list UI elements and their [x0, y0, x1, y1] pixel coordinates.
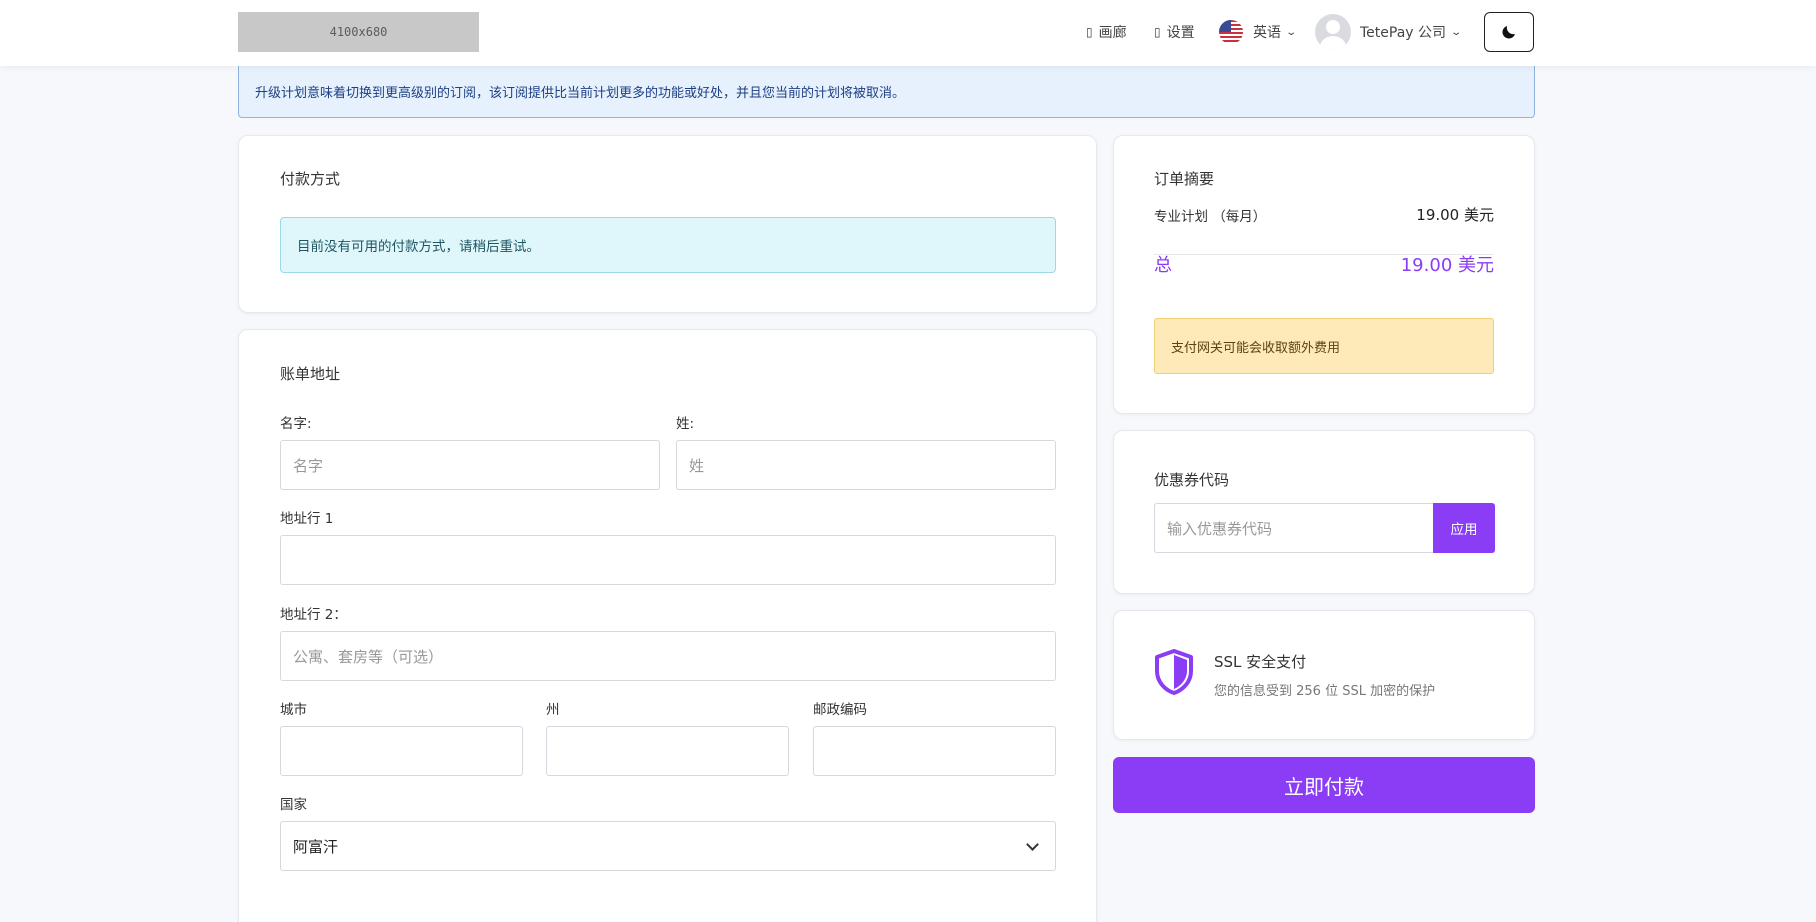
chevron-down-icon: ⌄: [1285, 26, 1298, 38]
language-dropdown[interactable]: 英语 ⌄: [1219, 13, 1298, 51]
first-name-placeholder: 名字: [293, 456, 324, 475]
top-navbar: 4100x680 ▯ 画廊 ▯ 设置 英语 ⌄ TetePay 公司 ⌄: [0, 0, 1816, 66]
shield-icon: [1155, 649, 1193, 695]
order-summary-title: 订单摘要: [1154, 170, 1215, 188]
plan-name: 专业计划 （每月）: [1154, 208, 1267, 225]
address-line-2-input[interactable]: 公寓、套房等（可选）: [280, 631, 1056, 681]
address-line-2-placeholder: 公寓、套房等（可选）: [293, 647, 444, 666]
upgrade-info-text: 升级计划意味着切换到更高级别的订阅，该订阅提供比当前计划更多的功能或好处，并且您…: [255, 86, 906, 101]
apply-coupon-button[interactable]: 应用: [1433, 503, 1495, 553]
dark-mode-toggle-button[interactable]: [1484, 12, 1534, 52]
address-line-2-label: 地址行 2：: [280, 607, 347, 623]
last-name-label: 姓:: [676, 416, 695, 432]
us-flag-icon: [1219, 20, 1243, 44]
coupon-code-input[interactable]: 输入优惠券代码: [1154, 503, 1433, 553]
gateway-fee-notice: 支付网关可能会收取额外费用: [1154, 318, 1494, 374]
ssl-security-card: SSL 安全支付 您的信息受到 256 位 SSL 加密的保护: [1113, 610, 1535, 740]
settings-icon: ▯: [1154, 25, 1161, 39]
country-selected-value: 阿富汗: [293, 837, 339, 856]
billing-address-title: 账单地址: [280, 365, 341, 383]
country-label: 国家: [280, 797, 307, 813]
payment-method-title: 付款方式: [280, 170, 341, 188]
plan-line-item: 专业计划 （每月） 19.00 美元: [1154, 204, 1494, 225]
payment-unavailable-text: 目前没有可用的付款方式，请稍后重试。: [297, 239, 540, 255]
payment-unavailable-notice: 目前没有可用的付款方式，请稍后重试。: [280, 217, 1056, 273]
state-label: 州: [546, 702, 560, 718]
gateway-fee-text: 支付网关可能会收取额外费用: [1171, 340, 1341, 356]
address-line-1-label: 地址行 1: [280, 511, 334, 527]
city-label: 城市: [280, 702, 307, 718]
first-name-input[interactable]: 名字: [280, 440, 660, 490]
user-name: TetePay 公司: [1360, 25, 1447, 41]
country-select[interactable]: 阿富汗: [280, 821, 1056, 871]
chevron-down-icon: [1026, 837, 1039, 851]
chevron-down-icon: ⌄: [1450, 26, 1463, 38]
upgrade-info-banner: 升级计划意味着切换到更高级别的订阅，该订阅提供比当前计划更多的功能或好处，并且您…: [238, 66, 1535, 118]
pay-now-button[interactable]: 立即付款: [1113, 757, 1535, 813]
total-label: 总: [1154, 255, 1172, 276]
payment-method-card: 付款方式 目前没有可用的付款方式，请稍后重试。: [238, 135, 1097, 313]
billing-address-card: 账单地址 名字: 名字 姓: 姓 地址行 1 地址行 2： 公寓、套房等（可选）…: [238, 329, 1097, 922]
plan-price: 19.00 美元: [1416, 206, 1494, 224]
logo-placeholder[interactable]: 4100x680: [238, 12, 479, 52]
total-row: 总 19.00 美元: [1154, 251, 1494, 277]
language-label: 英语: [1253, 25, 1281, 41]
city-input[interactable]: [280, 726, 523, 776]
coupon-card: 优惠券代码 输入优惠券代码 应用: [1113, 430, 1535, 594]
nav-gallery-link[interactable]: ▯ 画廊: [1086, 13, 1127, 51]
state-input[interactable]: [546, 726, 789, 776]
gallery-icon: ▯: [1086, 25, 1093, 39]
nav-gallery-label: 画廊: [1098, 25, 1127, 41]
ssl-description: 您的信息受到 256 位 SSL 加密的保护: [1214, 684, 1436, 699]
first-name-label: 名字:: [280, 416, 312, 432]
user-menu[interactable]: TetePay 公司 ⌄: [1315, 13, 1463, 51]
moon-icon: [1502, 26, 1515, 39]
coupon-placeholder: 输入优惠券代码: [1167, 519, 1273, 538]
address-line-1-input[interactable]: [280, 535, 1056, 585]
order-summary-card: 订单摘要 专业计划 （每月） 19.00 美元 总 19.00 美元 支付网关可…: [1113, 135, 1535, 414]
coupon-title: 优惠券代码: [1154, 471, 1230, 489]
zip-code-label: 邮政编码: [813, 702, 867, 718]
nav-settings-label: 设置: [1166, 25, 1195, 41]
ssl-title: SSL 安全支付: [1214, 653, 1307, 671]
nav-settings-link[interactable]: ▯ 设置: [1154, 13, 1195, 51]
total-price: 19.00 美元: [1400, 255, 1494, 276]
last-name-input[interactable]: 姓: [676, 440, 1056, 490]
avatar: [1315, 14, 1351, 50]
last-name-placeholder: 姓: [689, 456, 705, 475]
zip-code-input[interactable]: [813, 726, 1056, 776]
